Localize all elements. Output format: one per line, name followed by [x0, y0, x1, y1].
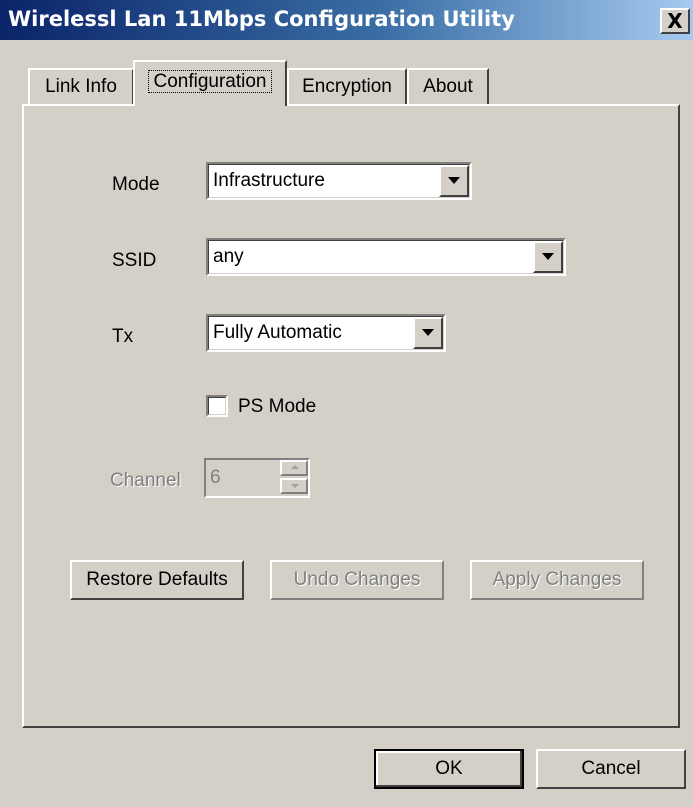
- cancel-button[interactable]: Cancel: [536, 749, 686, 789]
- ps-mode-label[interactable]: PS Mode: [238, 396, 316, 418]
- window-title: Wirelessl Lan 11Mbps Configuration Utili…: [8, 7, 515, 31]
- mode-label: Mode: [112, 174, 160, 195]
- chevron-down-icon: [448, 177, 460, 184]
- ssid-select[interactable]: any: [206, 238, 566, 276]
- title-bar[interactable]: Wirelessl Lan 11Mbps Configuration Utili…: [0, 0, 693, 40]
- tab-label: Configuration: [148, 70, 272, 93]
- ok-button[interactable]: OK: [374, 749, 524, 789]
- ssid-dropdown-button[interactable]: [533, 241, 563, 273]
- restore-defaults-button[interactable]: Restore Defaults: [70, 560, 244, 600]
- ssid-label: SSID: [112, 250, 157, 271]
- channel-label: Channel: [110, 470, 181, 491]
- app-window: Wirelessl Lan 11Mbps Configuration Utili…: [0, 0, 693, 807]
- tab-link-info[interactable]: Link Info: [28, 68, 134, 104]
- close-icon: X: [667, 9, 683, 33]
- configuration-panel: Mode Infrastructure SSID any Tx Fully Au…: [22, 104, 680, 728]
- arrow-down-icon: [291, 484, 299, 488]
- undo-changes-button[interactable]: Undo Changes: [270, 560, 444, 600]
- arrow-up-icon: [291, 465, 299, 469]
- ssid-value: any: [213, 246, 244, 267]
- tx-dropdown-button[interactable]: [413, 317, 443, 349]
- tab-about[interactable]: About: [407, 68, 489, 104]
- mode-value: Infrastructure: [213, 170, 325, 191]
- tab-label: Link Info: [45, 76, 117, 97]
- ps-mode-checkbox[interactable]: [206, 395, 228, 417]
- channel-value: 6: [210, 467, 221, 488]
- tx-label: Tx: [112, 326, 134, 347]
- mode-select[interactable]: Infrastructure: [206, 162, 472, 200]
- tab-label: About: [423, 76, 473, 97]
- apply-changes-button[interactable]: Apply Changes: [470, 560, 644, 600]
- chevron-down-icon: [422, 329, 434, 336]
- tab-encryption[interactable]: Encryption: [287, 68, 407, 104]
- tx-select[interactable]: Fully Automatic: [206, 314, 446, 352]
- close-button[interactable]: X: [660, 8, 690, 34]
- channel-spinner[interactable]: 6: [204, 458, 310, 498]
- mode-dropdown-button[interactable]: [439, 165, 469, 197]
- tab-configuration[interactable]: Configuration: [133, 60, 287, 106]
- chevron-down-icon: [542, 253, 554, 260]
- spin-down-button[interactable]: [280, 478, 308, 494]
- spin-up-button[interactable]: [280, 460, 308, 476]
- tx-value: Fully Automatic: [213, 322, 342, 343]
- tab-label: Encryption: [302, 76, 392, 97]
